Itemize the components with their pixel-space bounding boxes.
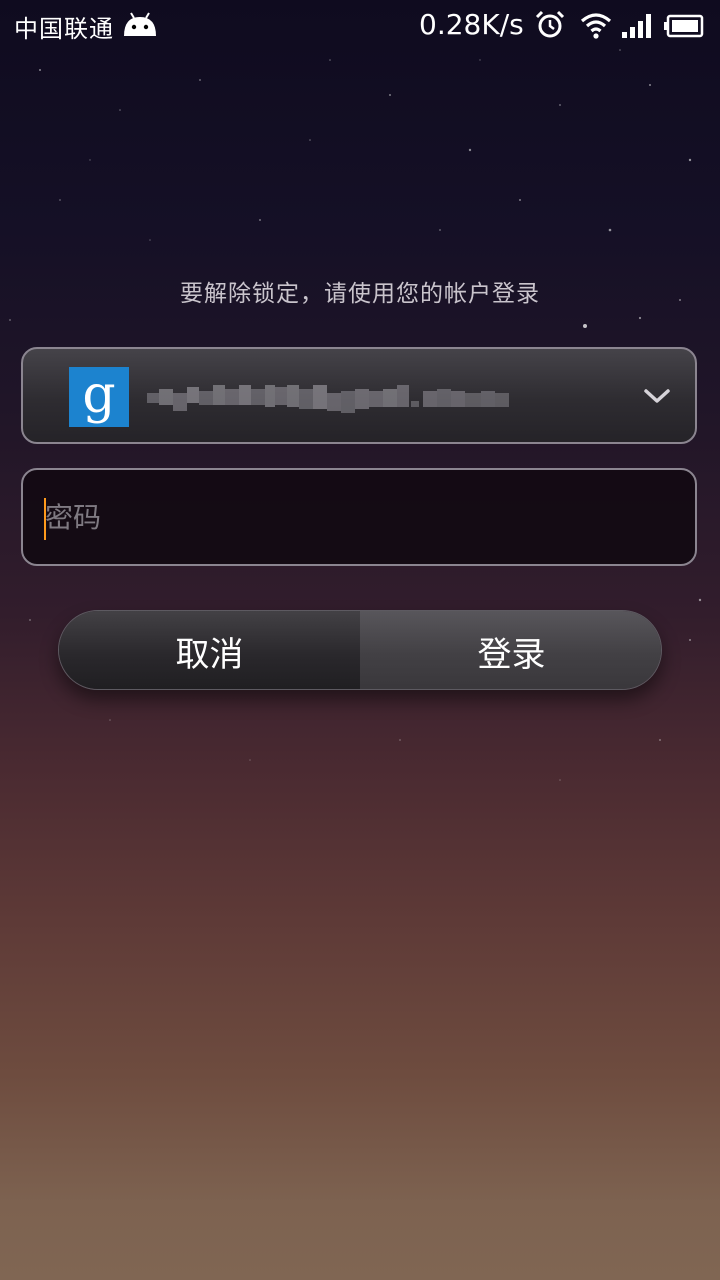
carrier-name: 中国联通 [14, 15, 114, 43]
wifi-icon [580, 13, 612, 39]
chevron-down-icon[interactable] [643, 385, 671, 407]
alarm-icon [535, 10, 565, 38]
android-icon [124, 12, 156, 36]
unlock-prompt: 要解除锁定，请使用您的帐户登录 [180, 281, 540, 307]
text-cursor [44, 498, 46, 540]
battery-icon [664, 14, 704, 38]
signal-icon [622, 14, 651, 38]
action-buttons: 取消 登录 [58, 610, 662, 690]
account-email-blurred [147, 385, 509, 413]
login-button[interactable]: 登录 [360, 611, 661, 689]
starfield-background [9, 49, 702, 781]
network-speed: 0.28K/s [419, 8, 524, 41]
password-field[interactable] [21, 468, 697, 566]
google-logo-icon: g [69, 367, 129, 427]
account-selector[interactable]: g [21, 347, 697, 444]
password-input[interactable] [45, 492, 665, 542]
cancel-button[interactable]: 取消 [59, 611, 360, 689]
google-logo-letter: g [82, 365, 116, 425]
status-bar: 中国联通 0.28K/s [0, 0, 720, 50]
